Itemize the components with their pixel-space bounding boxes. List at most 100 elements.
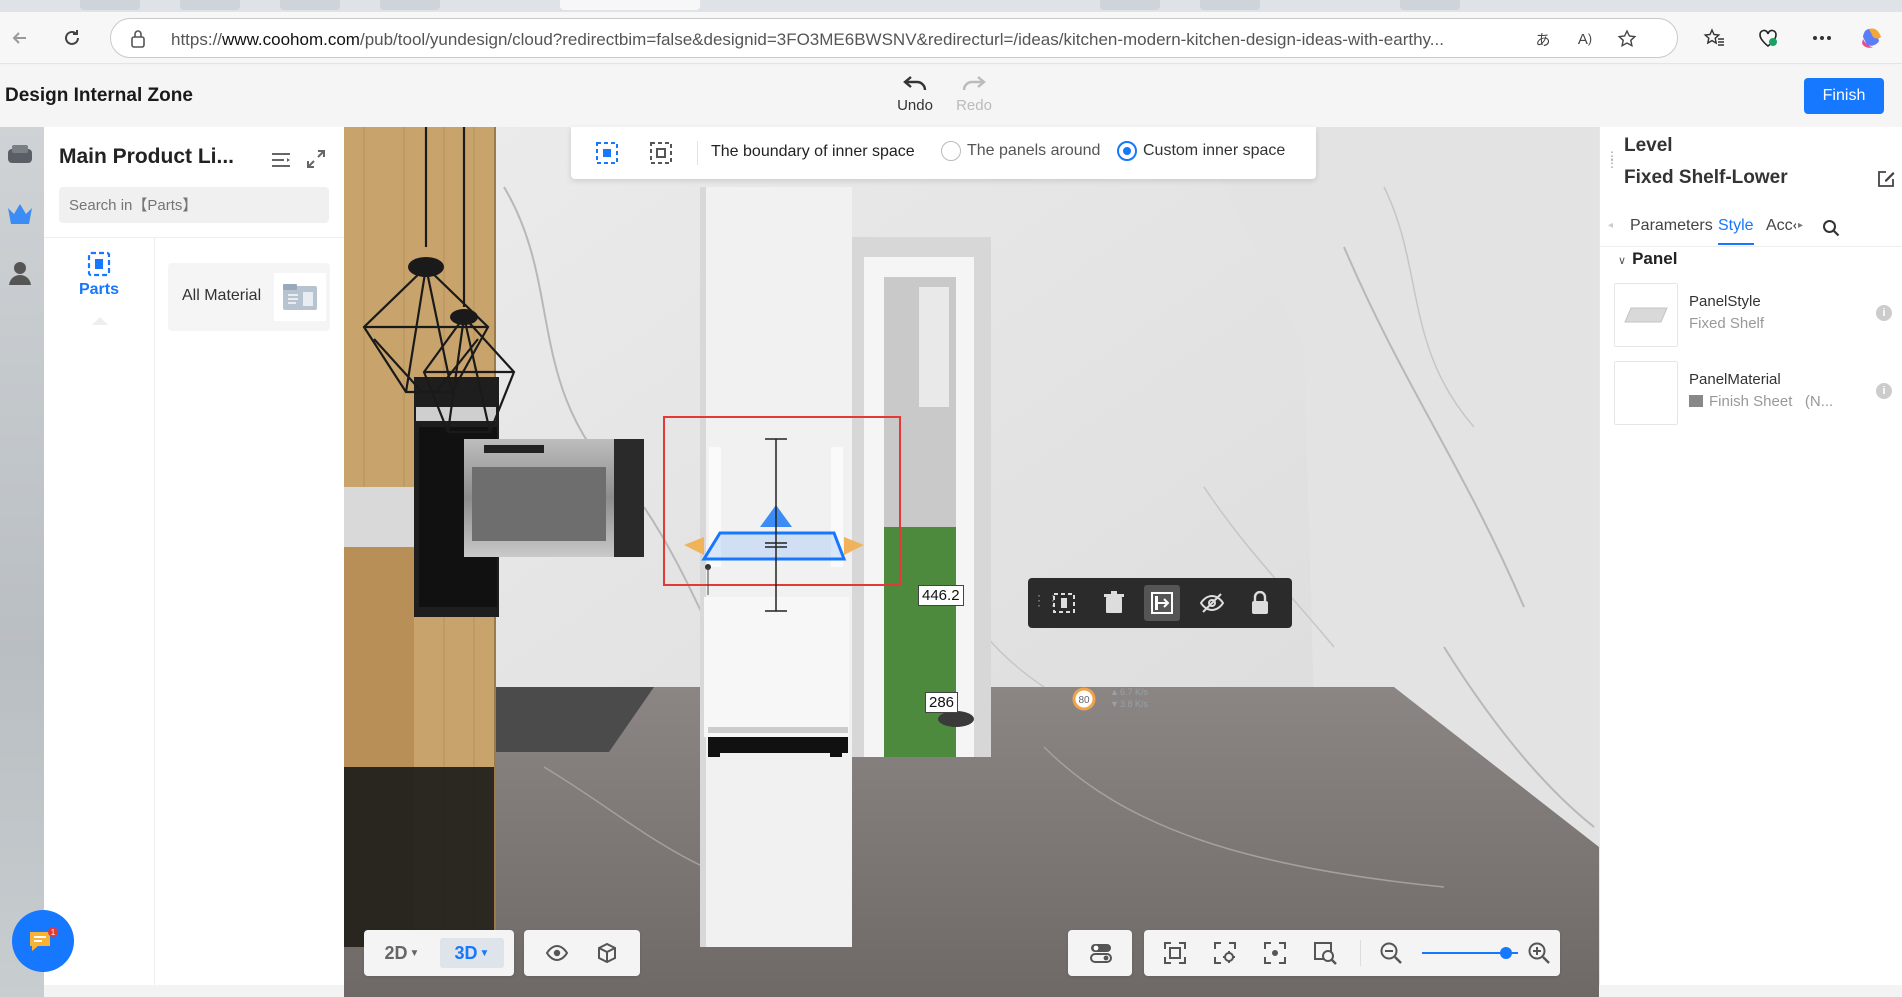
tab-scroll-left-icon[interactable]: ◂ — [1608, 220, 1613, 231]
prop-value: Fixed Shelf — [1689, 315, 1765, 332]
view-settings-icon[interactable] — [1210, 938, 1240, 968]
replace-icon — [1151, 592, 1173, 614]
lock-icon[interactable] — [129, 29, 147, 49]
category-all-material[interactable]: All Material — [168, 263, 330, 331]
radio-label: Custom inner space — [1143, 142, 1286, 159]
chat-support-button[interactable]: 1 — [12, 910, 74, 972]
redo-button[interactable]: Redo — [949, 73, 999, 114]
prop-value-row: Finish Sheet (N... — [1689, 393, 1833, 410]
address-bar[interactable]: https://www.coohom.com/pub/tool/yundesig… — [110, 18, 1678, 58]
zoom-region-icon[interactable] — [1310, 938, 1340, 968]
trash-icon — [1104, 591, 1124, 613]
prop-name: PanelStyle — [1689, 293, 1761, 310]
dimension-lower[interactable]: 286 — [925, 692, 959, 713]
app-header: Design Internal Zone Undo Redo Finish — [0, 65, 1902, 127]
divider — [1360, 940, 1361, 966]
redo-label: Redo — [956, 97, 992, 114]
section-panel[interactable]: ∨ Panel — [1618, 249, 1677, 269]
prop-panel-style[interactable]: PanelStyle Fixed Shelf i — [1614, 283, 1894, 349]
favorites-icon[interactable] — [1700, 24, 1728, 52]
section-title: Panel — [1632, 249, 1678, 268]
zoom-slider[interactable] — [1422, 947, 1518, 959]
browser-tab[interactable] — [1200, 0, 1260, 10]
list-view-icon[interactable] — [270, 149, 292, 171]
tab-accessories[interactable]: Acc‹ — [1766, 217, 1796, 235]
health-heart-icon[interactable] — [1754, 24, 1782, 52]
eye-icon[interactable] — [542, 938, 572, 968]
user-icon[interactable] — [4, 257, 36, 289]
read-aloud-icon[interactable]: A) — [1573, 27, 1597, 51]
panel-title: Main Product Li... — [59, 145, 235, 168]
category-label: All Material — [182, 287, 262, 304]
chat-icon: 1 — [30, 927, 58, 951]
hide-button[interactable] — [1194, 585, 1230, 621]
browser-tab-strip — [0, 0, 1902, 12]
panel-style-thumbnail[interactable] — [1614, 283, 1678, 347]
visibility-group — [524, 930, 640, 976]
fit-selection-icon[interactable] — [1160, 938, 1190, 968]
more-menu-icon[interactable] — [1808, 24, 1836, 52]
2d-mode-button[interactable]: 2D ▼ — [372, 938, 432, 968]
dimension-upper[interactable]: 446.2 — [918, 585, 964, 606]
search-input[interactable] — [59, 187, 329, 223]
replace-button[interactable] — [1144, 585, 1180, 621]
tab-parameters[interactable]: Parameters — [1630, 217, 1713, 235]
chevron-down-icon: ▼ — [409, 947, 420, 959]
favorite-star-icon[interactable] — [1615, 27, 1639, 51]
crown-icon[interactable] — [4, 197, 36, 229]
lock-button[interactable] — [1242, 585, 1278, 621]
expand-icon[interactable] — [306, 149, 328, 171]
select-inner-space-icon[interactable] — [595, 141, 619, 165]
split-panel-button[interactable] — [1046, 585, 1082, 621]
select-boundary-icon[interactable] — [649, 141, 673, 165]
radio-circle-selected[interactable] — [1117, 141, 1137, 161]
svg-text:6.7 K/s: 6.7 K/s — [1120, 687, 1149, 697]
browser-tab[interactable] — [1400, 0, 1460, 10]
translate-icon[interactable]: あ — [1531, 27, 1555, 51]
edit-icon[interactable] — [1876, 169, 1896, 189]
browser-tab[interactable] — [280, 0, 340, 10]
info-icon[interactable]: i — [1876, 305, 1892, 321]
tab-style[interactable]: Style — [1718, 217, 1754, 245]
delete-button[interactable] — [1096, 585, 1132, 621]
furniture-icon[interactable] — [4, 139, 36, 171]
undo-button[interactable]: Undo — [890, 73, 940, 114]
url-text[interactable]: https://www.coohom.com/pub/tool/yundesig… — [171, 30, 1571, 50]
redo-icon — [962, 76, 986, 91]
material-folder-icon — [274, 273, 326, 321]
back-icon[interactable] — [6, 24, 34, 52]
browser-toolbar: https://www.coohom.com/pub/tool/yundesig… — [0, 12, 1902, 64]
browser-tab[interactable] — [80, 0, 140, 10]
caret — [92, 317, 108, 325]
browser-tab-active[interactable] — [560, 0, 700, 10]
3d-mode-button[interactable]: 3D ▼ — [440, 938, 504, 968]
finish-button[interactable]: Finish — [1804, 78, 1884, 114]
focus-icon[interactable] — [1260, 938, 1290, 968]
tab-parts[interactable]: Parts — [44, 245, 154, 325]
properties-panel: ⋮ ⋮ Level Fixed Shelf-Lower ◂ Parameters … — [1599, 127, 1902, 985]
copilot-icon[interactable] — [1858, 24, 1886, 52]
cube-view-icon[interactable] — [592, 938, 622, 968]
tab-scroll-right-icon[interactable]: ▸ — [1798, 220, 1803, 231]
reload-icon[interactable] — [58, 24, 86, 52]
browser-tab[interactable] — [1100, 0, 1160, 10]
prop-panel-material[interactable]: PanelMaterial Finish Sheet (N... i — [1614, 361, 1894, 427]
zoom-slider-thumb[interactable] — [1500, 947, 1513, 959]
3d-label: 3D — [454, 942, 478, 963]
radio-circle[interactable] — [941, 141, 961, 161]
browser-tab[interactable] — [180, 0, 240, 10]
zoom-in-icon[interactable] — [1524, 938, 1554, 968]
info-icon[interactable]: i — [1876, 383, 1892, 399]
zoom-out-icon[interactable] — [1376, 938, 1406, 968]
tab-parts-label: Parts — [78, 281, 120, 298]
toggle-settings-icon[interactable] — [1086, 938, 1116, 968]
radio-panels-around[interactable]: The panels around — [941, 141, 1100, 161]
browser-tab[interactable] — [380, 0, 440, 10]
split-icon — [1053, 593, 1075, 613]
left-icon-strip — [0, 127, 44, 997]
drag-handle-icon[interactable]: ⋮⋮ — [1606, 150, 1618, 169]
3d-viewport[interactable]: 80 ▲ 6.7 K/s ▼ 3.8 K/s — [344, 127, 1599, 997]
panel-material-thumbnail[interactable] — [1614, 361, 1678, 425]
search-icon[interactable] — [1822, 219, 1840, 237]
radio-custom-inner-space[interactable]: Custom inner space — [1117, 141, 1285, 161]
